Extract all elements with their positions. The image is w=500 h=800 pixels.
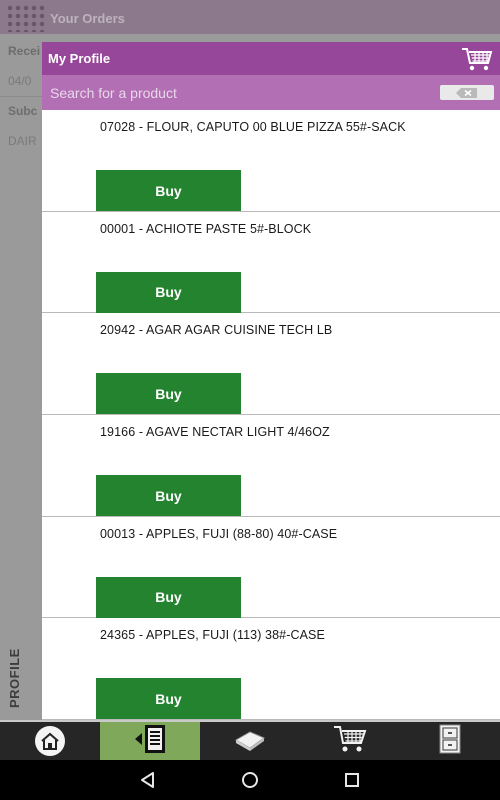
- product-list: 07028 - FLOUR, CAPUTO 00 BLUE PIZZA 55#-…: [42, 110, 500, 720]
- nav-cabinet[interactable]: [400, 722, 500, 760]
- background-row: Recei: [8, 44, 41, 58]
- background-logo: Your Orders: [6, 4, 126, 32]
- product-name: 00013 - APPLES, FUJI (88-80) 40#-CASE: [100, 526, 338, 541]
- cart-icon: [333, 724, 367, 759]
- product-name: 20942 - AGAR AGAR CUISINE TECH LB: [100, 323, 333, 338]
- product-name: 07028 - FLOUR, CAPUTO 00 BLUE PIZZA 55#-…: [100, 120, 406, 134]
- home-icon: [35, 726, 65, 756]
- nav-home[interactable]: [0, 722, 100, 760]
- buy-button[interactable]: Buy: [96, 271, 241, 313]
- product-name: 00001 - ACHIOTE PASTE 5#-BLOCK: [100, 221, 312, 236]
- cart-icon[interactable]: [460, 45, 494, 73]
- buy-button[interactable]: Buy: [96, 373, 241, 415]
- buy-button[interactable]: Buy: [96, 678, 241, 720]
- product-name: 24365 - APPLES, FUJI (113) 38#-CASE: [100, 628, 325, 643]
- clear-backspace-icon[interactable]: [440, 85, 494, 100]
- product-item: 20942 - AGAR AGAR CUISINE TECH LB Buy: [42, 313, 500, 416]
- background-row: Subc: [8, 104, 38, 118]
- buy-button[interactable]: Buy: [96, 475, 241, 517]
- product-name: 19166 - AGAVE NECTAR LIGHT 4/46OZ: [100, 425, 330, 440]
- background-header: Your Orders: [0, 0, 500, 34]
- search-bar: [42, 75, 500, 110]
- product-item: 24365 - APPLES, FUJI (113) 38#-CASE Buy: [42, 618, 500, 720]
- panel-header: My Profile: [42, 42, 500, 75]
- background-row: DAIR: [8, 134, 37, 148]
- nav-cart[interactable]: [300, 722, 400, 760]
- background-app-title: Your Orders: [50, 10, 125, 26]
- system-nav-bar: [0, 760, 500, 800]
- background-divider: [0, 96, 42, 97]
- search-input[interactable]: [50, 79, 440, 106]
- panel-title: My Profile: [48, 51, 111, 66]
- order-list-icon: [133, 723, 167, 760]
- nav-order-list[interactable]: [100, 722, 200, 760]
- my-profile-panel: My Profile 07028 - FLOUR, CAPUTO 00 BLUE…: [42, 42, 500, 720]
- back-icon[interactable]: [136, 768, 160, 792]
- buy-button[interactable]: Buy: [96, 576, 241, 618]
- logo-dots-icon: [6, 4, 46, 32]
- cabinet-icon: [439, 724, 461, 759]
- home-circle-icon[interactable]: [238, 768, 262, 792]
- nav-catalog[interactable]: [200, 722, 300, 760]
- buy-button[interactable]: Buy: [96, 170, 241, 211]
- product-item: 19166 - AGAVE NECTAR LIGHT 4/46OZ Buy: [42, 415, 500, 517]
- product-item: 07028 - FLOUR, CAPUTO 00 BLUE PIZZA 55#-…: [42, 110, 500, 212]
- catalog-book-icon: [234, 726, 266, 757]
- background-row: 04/0: [8, 74, 32, 88]
- product-item: 00001 - ACHIOTE PASTE 5#-BLOCK Buy: [42, 211, 500, 314]
- profile-side-tab[interactable]: PROFILE: [7, 648, 22, 708]
- product-item: 00013 - APPLES, FUJI (88-80) 40#-CASE Bu…: [42, 516, 500, 619]
- recents-icon[interactable]: [340, 768, 364, 792]
- bottom-nav-bar: [0, 720, 500, 760]
